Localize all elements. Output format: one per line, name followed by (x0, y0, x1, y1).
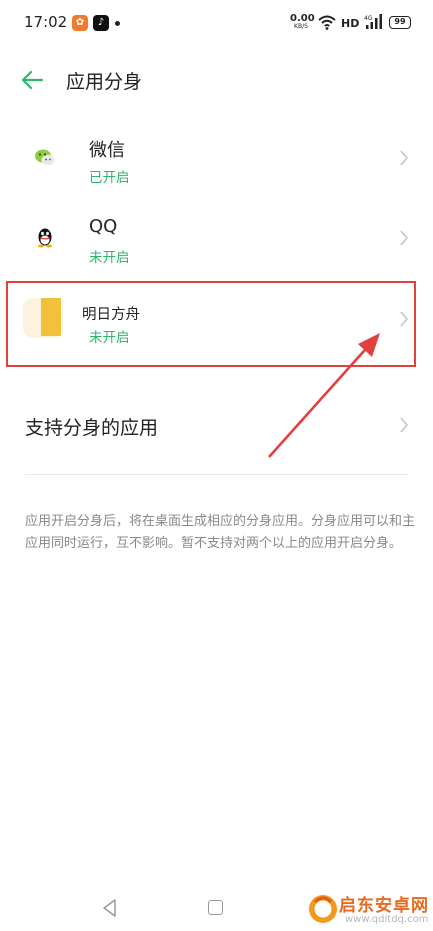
hd-indicator: HD (341, 17, 360, 30)
battery-icon: 99 (389, 16, 411, 29)
supported-apps-label: 支持分身的应用 (25, 417, 159, 439)
chevron-right-icon (400, 417, 409, 433)
divider (25, 474, 408, 475)
chevron-right-icon (400, 150, 409, 166)
signal-icon: 4G (364, 14, 382, 29)
status-time: 17:02 (24, 13, 68, 31)
app-row-qq[interactable]: QQ 未开启 (0, 200, 433, 280)
app-name-qq: QQ (89, 216, 118, 237)
watermark: 启东安卓网 www.qdltdq.com (305, 885, 433, 931)
svg-text:4G: 4G (364, 15, 373, 22)
nav-home-icon[interactable] (208, 900, 223, 915)
qq-icon (38, 228, 52, 248)
watermark-name: 启东安卓网 (339, 896, 429, 916)
nav-back-icon[interactable] (100, 897, 120, 919)
app-row-wechat[interactable]: 微信 已开启 (0, 120, 433, 200)
supported-apps-row[interactable]: 支持分身的应用 (0, 395, 433, 455)
page-title: 应用分身 (66, 71, 143, 93)
clone-app-note: 应用开启分身后，将在桌面生成相应的分身应用。分身应用可以和主应用同时运行，互不影… (25, 514, 416, 551)
tiktok-icon: ♪ (93, 15, 109, 31)
app-name-wechat: 微信 (89, 140, 125, 161)
app-bar: 应用分身 (0, 56, 433, 104)
watermark-url: www.qdltdq.com (345, 914, 429, 925)
watermark-logo-icon (309, 895, 337, 923)
wechat-icon (35, 149, 55, 166)
chevron-right-icon (400, 230, 409, 246)
app-status-wechat: 已开启 (89, 170, 130, 186)
notification-app-icon: ✿ (72, 15, 88, 31)
dot-icon (115, 21, 120, 26)
back-arrow-icon[interactable] (18, 66, 48, 94)
app-status-qq: 未开启 (89, 250, 130, 266)
network-speed-unit: KB/S (294, 23, 308, 30)
status-bar: 17:02 ✿ ♪ 0.00 KB/S HD 4G 99 (0, 0, 433, 48)
network-speed: 0.00 KB/S (290, 14, 315, 30)
highlight-annotation-box (6, 281, 416, 367)
wifi-icon (318, 15, 336, 30)
